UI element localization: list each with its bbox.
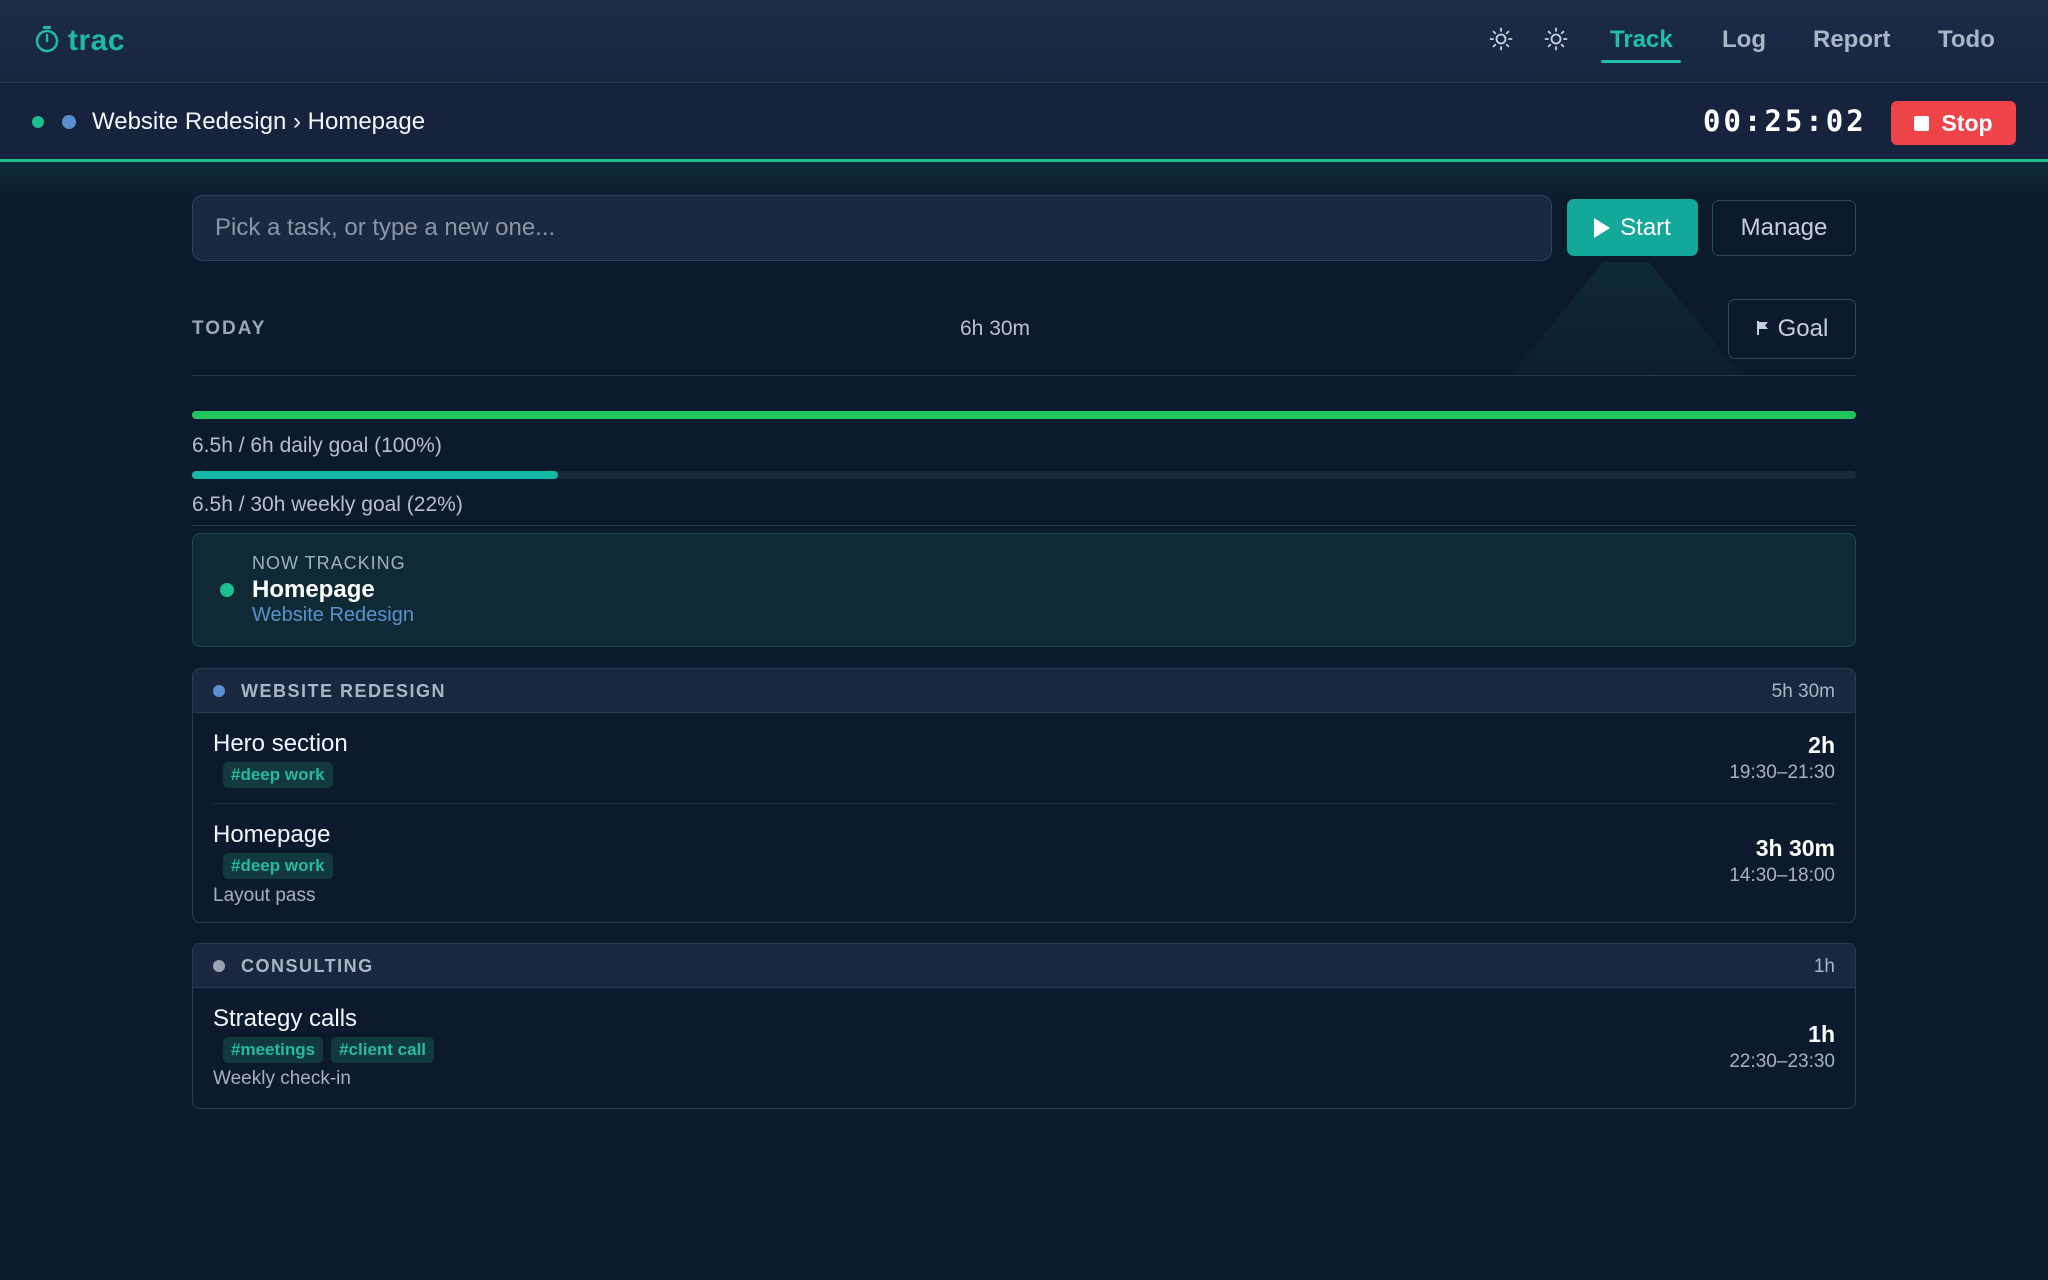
start-button[interactable]: Start (1567, 199, 1698, 256)
project-group-consulting: CONSULTING 1h Strategy calls #meetings #… (192, 943, 1856, 1109)
manage-button[interactable]: Manage (1712, 200, 1856, 256)
entry-title: Strategy calls (213, 1005, 358, 1032)
tag-badge[interactable]: #deep work (223, 853, 333, 879)
flag-icon (1756, 315, 1770, 343)
manage-button-label: Manage (1740, 214, 1828, 241)
entry-tags: #deep work (223, 853, 333, 879)
entry-title: Homepage (213, 821, 331, 848)
today-divider (192, 375, 1856, 376)
entry-duration: 3h 30m (1755, 835, 1835, 861)
entry-note: Layout pass (213, 885, 316, 906)
group-name: WEBSITE REDESIGN (241, 681, 447, 701)
goal-button-label: Goal (1777, 315, 1829, 342)
project-group-website-redesign: WEBSITE REDESIGN 5h 30m Hero section #de… (192, 668, 1856, 923)
weekly-goal-bar (192, 471, 1856, 479)
tag-badge[interactable]: #meetings (223, 1037, 324, 1063)
daily-goal-bar (192, 411, 1856, 419)
today-total: 6h 30m (960, 317, 1031, 340)
entry-tags: #meetings #client call (223, 1037, 435, 1063)
group-total: 5h 30m (1771, 681, 1835, 702)
tag-badge[interactable]: #deep work (223, 762, 333, 788)
weekly-goal-text: 6.5h / 30h weekly goal (22%) (192, 493, 463, 516)
brand[interactable]: trac (34, 24, 125, 58)
entry-note: Weekly check-in (213, 1068, 351, 1089)
task-input[interactable] (192, 195, 1552, 261)
light-theme-button[interactable] (1487, 27, 1515, 55)
entry-time-range: 19:30–21:30 (1729, 762, 1835, 783)
sun-icon (1544, 27, 1568, 56)
nav-track[interactable]: Track (1610, 26, 1673, 54)
daily-goal-fill (192, 411, 1856, 419)
nav-todo[interactable]: Todo (1938, 26, 1995, 54)
now-tracking-label: NOW TRACKING (252, 553, 406, 573)
entry-duration: 2h (1808, 732, 1835, 758)
stop-button-label: Stop (1941, 109, 1993, 136)
auto-theme-button[interactable] (1542, 27, 1570, 55)
project-color-dot (213, 685, 225, 697)
project-color-dot (213, 960, 225, 972)
stop-button[interactable]: Stop (1891, 101, 2016, 145)
group-header[interactable]: CONSULTING 1h (193, 944, 1855, 988)
nav-active-indicator (1601, 60, 1681, 63)
elapsed-timer: 00:25:02 (1703, 104, 1867, 138)
group-name: CONSULTING (241, 956, 374, 976)
app-name: trac (68, 24, 126, 57)
play-icon (1594, 217, 1611, 238)
project-color-dot (62, 115, 76, 129)
entry-row[interactable]: Hero section #deep work 2h 19:30–21:30 (213, 713, 1835, 804)
group-total: 1h (1813, 956, 1835, 977)
today-label: TODAY (192, 318, 267, 339)
entry-duration: 1h (1808, 1021, 1835, 1047)
now-tracking-project: Website Redesign (252, 604, 414, 626)
nav-log[interactable]: Log (1722, 26, 1766, 54)
entry-tags: #deep work (223, 762, 333, 788)
entry-title: Hero section (213, 730, 348, 757)
now-tracking-task: Homepage (252, 576, 375, 603)
now-tracking-card[interactable] (192, 533, 1856, 647)
sun-icon (1489, 27, 1513, 56)
entry-time-range: 22:30–23:30 (1729, 1051, 1835, 1072)
group-header[interactable]: WEBSITE REDESIGN 5h 30m (193, 669, 1855, 713)
goal-button[interactable]: Goal (1728, 299, 1856, 359)
tag-badge[interactable]: #client call (331, 1037, 435, 1063)
nav-report[interactable]: Report (1813, 26, 1890, 54)
current-task-breadcrumb: Website Redesign › Homepage (92, 108, 426, 135)
running-status-dot (32, 116, 44, 128)
daily-goal-text: 6.5h / 6h daily goal (100%) (192, 434, 442, 457)
entry-time-range: 14:30–18:00 (1729, 865, 1835, 886)
weekly-goal-fill (192, 471, 559, 479)
spotlight-decoration (1512, 262, 1740, 374)
now-tracking-dot (220, 583, 234, 597)
stopwatch-icon (34, 25, 60, 58)
entry-row[interactable]: Homepage #deep work Layout pass 3h 30m 1… (213, 804, 1835, 922)
entry-row[interactable]: Strategy calls #meetings #client call We… (213, 988, 1835, 1108)
start-button-label: Start (1620, 213, 1671, 241)
goals-divider (192, 525, 1856, 526)
stop-icon (1914, 115, 1930, 131)
